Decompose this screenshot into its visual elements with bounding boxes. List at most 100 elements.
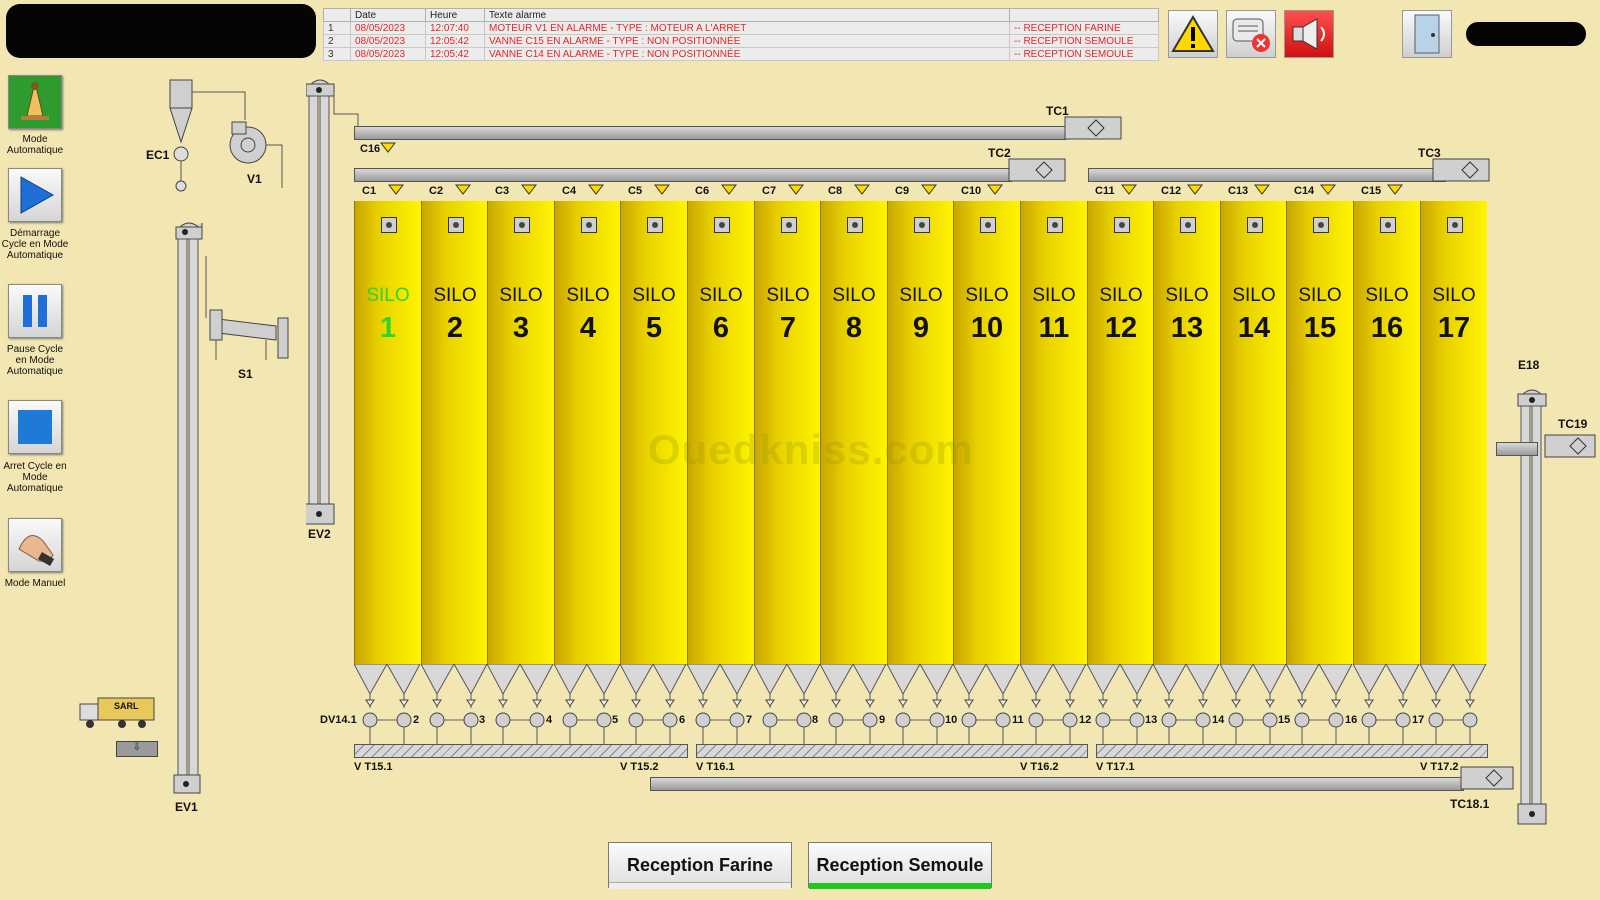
e18-label: E18: [1518, 358, 1540, 372]
silo-number: 11: [1038, 312, 1070, 344]
valve-icon[interactable]: [455, 184, 471, 196]
valve-icon[interactable]: [921, 184, 937, 196]
valve-icon[interactable]: [521, 184, 537, 196]
vt171-label: V T17.1: [1096, 761, 1135, 773]
silo-word: SILO: [899, 285, 943, 306]
valve-icon[interactable]: [1121, 184, 1137, 196]
silo-4[interactable]: SILO 4: [554, 201, 621, 664]
conveyor-tc3-head: [1432, 158, 1490, 182]
stop-cycle-button[interactable]: [8, 400, 62, 454]
tc18-label: TC18.1: [1450, 797, 1490, 811]
conveyor-tc1-head: [1064, 116, 1122, 140]
silo-word: SILO: [632, 285, 676, 306]
silo-hopper-6: [687, 664, 754, 744]
valve-label: C8: [828, 185, 843, 197]
table-row[interactable]: 1 08/05/2023 12:07:40 MOTEUR V1 EN ALARM…: [323, 21, 1159, 35]
reception-farine-button[interactable]: Reception Farine: [608, 842, 792, 889]
alarm-num: 3: [323, 47, 351, 61]
mode-automatique-button[interactable]: [8, 75, 62, 129]
valve-icon[interactable]: [388, 184, 404, 196]
alarm-num: 2: [323, 34, 351, 48]
alarm-col-num: [323, 8, 351, 22]
pause-cycle-button[interactable]: [8, 284, 62, 338]
valve-icon[interactable]: [1320, 184, 1336, 196]
silo-3[interactable]: SILO 3: [487, 201, 554, 664]
valve-icon[interactable]: [1254, 184, 1270, 196]
truck-unload-hopper[interactable]: ⇩: [116, 741, 158, 757]
screw-conveyor-vt15[interactable]: [354, 744, 688, 758]
level-sensor-icon: [1180, 217, 1196, 233]
conveyor-tc2-head: [1008, 158, 1066, 182]
table-row[interactable]: 3 08/05/2023 12:05:42 VANNE C14 EN ALARM…: [323, 47, 1159, 61]
dosing-valve-label: 3: [479, 714, 486, 726]
silo-number: 8: [845, 312, 863, 344]
mode-manuel-button[interactable]: [8, 518, 62, 572]
level-sensor-icon: [1114, 217, 1130, 233]
dosing-valve-label: 16: [1345, 714, 1358, 726]
reception-semoule-indicator: [809, 883, 991, 889]
level-sensor-icon: [781, 217, 797, 233]
silo-16[interactable]: SILO 16: [1353, 201, 1420, 664]
valve-label: C15: [1361, 185, 1382, 197]
conveyor-tc2[interactable]: [354, 168, 1012, 182]
valve-icon[interactable]: [1387, 184, 1403, 196]
warning-icon: [1171, 15, 1215, 52]
level-sensor-icon: [647, 217, 663, 233]
silo-number: 12: [1104, 312, 1138, 344]
dosing-valve-label: 7: [746, 714, 753, 726]
reception-semoule-button[interactable]: Reception Semoule: [808, 842, 992, 889]
silo-1[interactable]: SILO 1: [354, 201, 421, 664]
sidebar-label-2: Démarrage Cycle en Mode Automatique: [1, 228, 69, 261]
warning-button[interactable]: [1168, 10, 1218, 58]
silo-word: SILO: [1232, 285, 1276, 306]
silo-number: 17: [1437, 312, 1471, 344]
dosing-valve-label: 12: [1079, 714, 1092, 726]
start-cycle-button[interactable]: [8, 168, 62, 222]
valve-icon[interactable]: [654, 184, 670, 196]
vt152-label: V T15.2: [620, 761, 659, 773]
silo-11[interactable]: SILO 11: [1020, 201, 1087, 664]
silo-13[interactable]: SILO 13: [1153, 201, 1220, 664]
valve-icon[interactable]: [588, 184, 604, 196]
conveyor-tc19[interactable]: [1496, 442, 1538, 456]
conveyor-tc18[interactable]: [650, 777, 1464, 791]
silo-14[interactable]: SILO 14: [1220, 201, 1287, 664]
valve-icon[interactable]: [987, 184, 1003, 196]
silo-17[interactable]: SILO 17: [1420, 201, 1487, 664]
exit-door-button[interactable]: [1402, 10, 1452, 58]
cyclone-ec1: [169, 79, 283, 192]
silo-number: 3: [512, 312, 530, 344]
silo-word: SILO: [499, 285, 543, 306]
conveyor-tc1[interactable]: [354, 126, 1066, 140]
stop-icon: [18, 410, 52, 444]
alarm-date: 08/05/2023: [350, 34, 426, 48]
alarm-text: VANNE C15 EN ALARME - TYPE : NON POSITIO…: [484, 34, 1010, 48]
cone-hand-icon: [21, 81, 49, 120]
acknowledge-alarm-button[interactable]: [1226, 10, 1276, 58]
valve-label: C2: [429, 185, 444, 197]
screw-conveyor-vt17[interactable]: [1096, 744, 1488, 758]
conveyor-tc3[interactable]: [1088, 168, 1446, 182]
silo-15[interactable]: SILO 15: [1286, 201, 1353, 664]
level-sensor-icon: [1447, 217, 1463, 233]
level-sensor-icon: [1380, 217, 1396, 233]
valve-icon[interactable]: [721, 184, 737, 196]
sidebar-label-5: Mode Manuel: [4, 578, 66, 589]
silo-2[interactable]: SILO 2: [421, 201, 488, 664]
table-row[interactable]: 2 08/05/2023 12:05:42 VANNE C15 EN ALARM…: [323, 34, 1159, 48]
silo-hopper-3: [487, 664, 554, 744]
dosing-valve-label: 2: [413, 714, 420, 726]
silo-12[interactable]: SILO 12: [1087, 201, 1154, 664]
alarm-source: -- RECEPTION FARINE: [1009, 21, 1159, 35]
alarm-time: 12:07:40: [425, 21, 485, 35]
alarm-source: -- RECEPTION SEMOULE: [1009, 34, 1159, 48]
level-sensor-icon: [581, 217, 597, 233]
level-sensor-icon: [980, 217, 996, 233]
valve-icon[interactable]: [788, 184, 804, 196]
valve-c16-icon[interactable]: [380, 142, 396, 154]
valve-icon[interactable]: [1187, 184, 1203, 196]
level-sensor-icon: [448, 217, 464, 233]
screw-conveyor-vt16[interactable]: [696, 744, 1088, 758]
siren-button[interactable]: [1284, 10, 1334, 58]
valve-icon[interactable]: [854, 184, 870, 196]
